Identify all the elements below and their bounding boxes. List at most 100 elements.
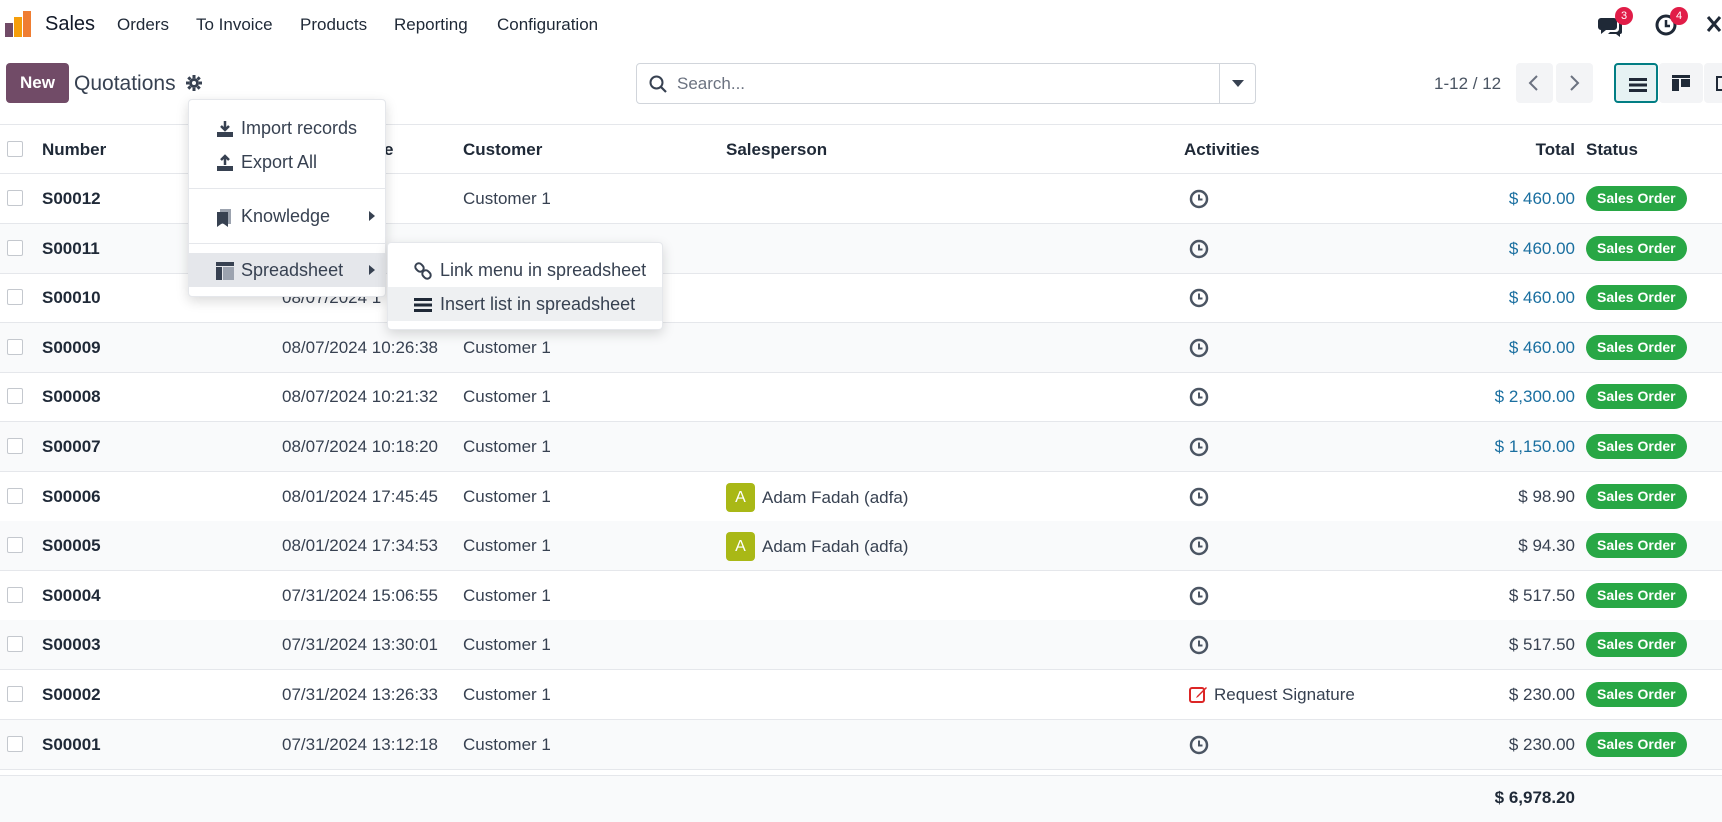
order-number: S00003 bbox=[42, 635, 101, 655]
clock-icon[interactable] bbox=[1188, 585, 1210, 607]
row-checkbox[interactable] bbox=[7, 686, 23, 702]
activities-badge: 4 bbox=[1670, 7, 1688, 25]
status-badge: Sales Order bbox=[1586, 384, 1687, 410]
table-row[interactable]: S00005 08/01/2024 17:34:53 Customer 1 A Adam… bbox=[0, 521, 1722, 572]
table-row[interactable]: S00001 07/31/2024 13:12:18 Customer 1 $ 230… bbox=[0, 719, 1722, 770]
order-number: S00011 bbox=[42, 238, 100, 258]
clock-icon[interactable] bbox=[1188, 188, 1210, 210]
pager-next-button[interactable] bbox=[1556, 63, 1593, 103]
order-date: 08/07/2024 10:18:20 bbox=[282, 437, 438, 456]
order-number: S00010 bbox=[42, 288, 101, 308]
insert-list-in-spreadsheet-item[interactable]: Insert list in spreadsheet bbox=[388, 287, 662, 321]
customer-name: Customer 1 bbox=[463, 437, 551, 456]
order-total: $ 2,300.00 bbox=[1494, 387, 1575, 407]
row-checkbox[interactable] bbox=[7, 438, 23, 454]
row-checkbox[interactable] bbox=[7, 487, 23, 504]
column-salesperson[interactable]: Salesperson bbox=[726, 140, 827, 160]
row-checkbox[interactable] bbox=[7, 735, 23, 752]
table-row[interactable]: S00008 08/07/2024 10:21:32 Customer 1 $ 2,3… bbox=[0, 372, 1722, 423]
messages-button[interactable]: 3 bbox=[1597, 7, 1633, 40]
table-row[interactable]: S00006 08/01/2024 17:45:45 Customer 1 A Adam… bbox=[0, 472, 1722, 522]
export-all-item[interactable]: Export All bbox=[189, 145, 385, 179]
actions-dropdown: Import records Export All Knowledge Spre… bbox=[188, 99, 386, 297]
row-checkbox[interactable] bbox=[7, 537, 23, 554]
customer-name: Customer 1 bbox=[463, 486, 551, 506]
search-input[interactable] bbox=[677, 70, 1197, 98]
customer-name: Customer 1 bbox=[463, 189, 551, 208]
search-options-toggle[interactable] bbox=[1219, 64, 1255, 103]
edit-signature-icon[interactable] bbox=[1188, 684, 1210, 706]
link-menu-label: Link menu in spreadsheet bbox=[440, 260, 647, 280]
status-badge: Sales Order bbox=[1586, 285, 1687, 311]
row-checkbox[interactable] bbox=[7, 338, 23, 355]
status-badge: Sales Order bbox=[1586, 334, 1687, 360]
order-total: $ 1,150.00 bbox=[1494, 437, 1575, 456]
row-checkbox[interactable] bbox=[7, 388, 23, 405]
menu-to-invoice[interactable]: To Invoice bbox=[196, 15, 273, 35]
calendar-view-button[interactable] bbox=[1704, 63, 1722, 103]
export-all-label: Export All bbox=[241, 152, 318, 172]
link-icon bbox=[414, 262, 432, 280]
clock-icon[interactable] bbox=[1188, 634, 1210, 656]
clock-icon[interactable] bbox=[1188, 486, 1210, 508]
pager-value[interactable]: 1-12 / 12 bbox=[1434, 74, 1501, 94]
order-total: $ 517.50 bbox=[1508, 585, 1575, 605]
activities-button[interactable]: 4 bbox=[1654, 7, 1688, 40]
menu-products[interactable]: Products bbox=[300, 15, 367, 35]
row-checkbox[interactable] bbox=[7, 636, 23, 653]
column-customer[interactable]: Customer bbox=[463, 140, 542, 160]
activity-label[interactable]: Request Signature bbox=[1214, 685, 1355, 705]
table-row[interactable]: S00002 07/31/2024 13:26:33 Customer 1 Reque… bbox=[0, 670, 1722, 720]
table-row[interactable]: S00007 08/07/2024 10:18:20 Customer 1 $ 1,1… bbox=[0, 422, 1722, 472]
knowledge-item[interactable]: Knowledge bbox=[189, 199, 385, 233]
menu-reporting[interactable]: Reporting bbox=[394, 15, 468, 35]
spreadsheet-item[interactable]: Spreadsheet bbox=[189, 253, 385, 287]
order-date: 08/01/2024 17:45:45 bbox=[282, 486, 438, 506]
menu-orders[interactable]: Orders bbox=[117, 15, 169, 35]
order-number: S00009 bbox=[42, 337, 101, 357]
kanban-view-button[interactable] bbox=[1659, 63, 1703, 103]
clock-icon[interactable] bbox=[1188, 734, 1210, 756]
import-records-item[interactable]: Import records bbox=[189, 111, 385, 145]
row-checkbox[interactable] bbox=[7, 190, 23, 206]
clock-icon[interactable] bbox=[1188, 535, 1210, 557]
gear-icon[interactable] bbox=[186, 75, 202, 91]
table-row[interactable]: S00003 07/31/2024 13:30:01 Customer 1 $ 517… bbox=[0, 620, 1722, 671]
order-date: 08/07/2024 10:26:38 bbox=[282, 337, 438, 357]
sales-app-logo-icon[interactable] bbox=[5, 11, 33, 37]
status-badge: Sales Order bbox=[1586, 533, 1687, 559]
dropdown-divider bbox=[189, 188, 385, 189]
row-checkbox[interactable] bbox=[7, 289, 23, 306]
page-title[interactable]: Quotations bbox=[74, 72, 176, 96]
column-status[interactable]: Status bbox=[1586, 140, 1638, 160]
list-view-button[interactable] bbox=[1614, 63, 1658, 103]
column-total[interactable]: Total bbox=[1536, 140, 1575, 160]
search-bar[interactable] bbox=[636, 63, 1256, 104]
link-menu-in-spreadsheet-item[interactable]: Link menu in spreadsheet bbox=[388, 253, 662, 287]
customer-name: Customer 1 bbox=[463, 635, 551, 655]
column-activities[interactable]: Activities bbox=[1184, 140, 1260, 160]
status-badge: Sales Order bbox=[1586, 186, 1687, 211]
spreadsheet-icon bbox=[216, 262, 234, 280]
row-checkbox[interactable] bbox=[7, 239, 23, 256]
pager-previous-button[interactable] bbox=[1516, 63, 1553, 103]
download-icon bbox=[217, 121, 233, 137]
new-button[interactable]: New bbox=[6, 63, 69, 103]
insert-list-label: Insert list in spreadsheet bbox=[440, 294, 636, 314]
avatar: A bbox=[726, 532, 755, 562]
clock-icon[interactable] bbox=[1188, 337, 1210, 359]
menu-configuration[interactable]: Configuration bbox=[497, 15, 598, 35]
table-row[interactable]: S00004 07/31/2024 15:06:55 Customer 1 $ 517… bbox=[0, 571, 1722, 621]
tools-icon[interactable] bbox=[1706, 13, 1722, 35]
order-total: $ 460.00 bbox=[1508, 337, 1575, 357]
clock-icon[interactable] bbox=[1188, 238, 1210, 260]
row-checkbox[interactable] bbox=[7, 586, 23, 603]
app-name[interactable]: Sales bbox=[45, 13, 95, 36]
order-date: 07/31/2024 13:12:18 bbox=[282, 734, 438, 754]
column-number[interactable]: Number bbox=[42, 140, 106, 160]
table-row[interactable]: S00009 08/07/2024 10:26:38 Customer 1 $ 460… bbox=[0, 322, 1722, 373]
clock-icon[interactable] bbox=[1188, 436, 1210, 458]
select-all-checkbox[interactable] bbox=[7, 141, 23, 157]
clock-icon[interactable] bbox=[1188, 287, 1210, 309]
clock-icon[interactable] bbox=[1188, 386, 1210, 408]
